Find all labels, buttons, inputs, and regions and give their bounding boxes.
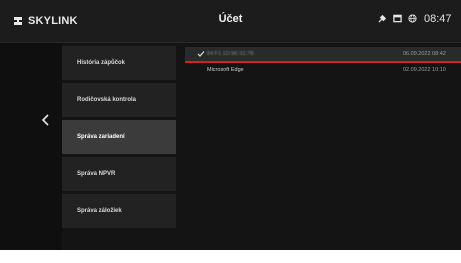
chevron-left-icon[interactable] [38,112,54,128]
satellite-icon [378,14,387,23]
clock: 08:47 [424,13,452,25]
top-bar: SKYLINK Účet 08:47 [0,0,461,43]
tv-screen: SKYLINK Účet 08:47 História zápůčok Rodi… [0,0,461,250]
device-date: 06.09.2022 08:42 [403,51,446,57]
menu-item-label: Správa NPVR [77,171,116,177]
device-name: 84:F1:1D:9E:31:7B [207,51,254,57]
menu-item-label: História zápůčok [77,60,126,66]
menu-item-label: Správa zariadení [77,134,125,140]
menu-item-label: Správa záložiek [77,208,122,214]
device-name: Microsoft Edge [207,67,244,73]
device-row[interactable]: Microsoft Edge 02.09.2022 10:10 [185,63,461,77]
left-column [0,43,62,250]
menu-item-rodicovska-kontrola[interactable]: Rodičovská kontrola [62,83,176,117]
globe-icon [408,14,417,23]
message-icon [393,14,402,23]
menu-item-label: Rodičovská kontrola [77,97,137,103]
device-row[interactable]: 84:F1:1D:9E:31:7B 06.09.2022 08:42 [185,47,461,63]
menu-item-historia-zapozicok[interactable]: História zápůčok [62,46,176,80]
menu-item-sprava-zariadeni[interactable]: Správa zariadení [62,120,176,154]
check-icon [197,51,205,57]
device-date: 02.09.2022 10:10 [403,67,446,73]
menu-item-sprava-npvr[interactable]: Správa NPVR [62,157,176,191]
status-icons [378,14,417,23]
menu-item-sprava-zalozieok[interactable]: Správa záložiek [62,194,176,228]
